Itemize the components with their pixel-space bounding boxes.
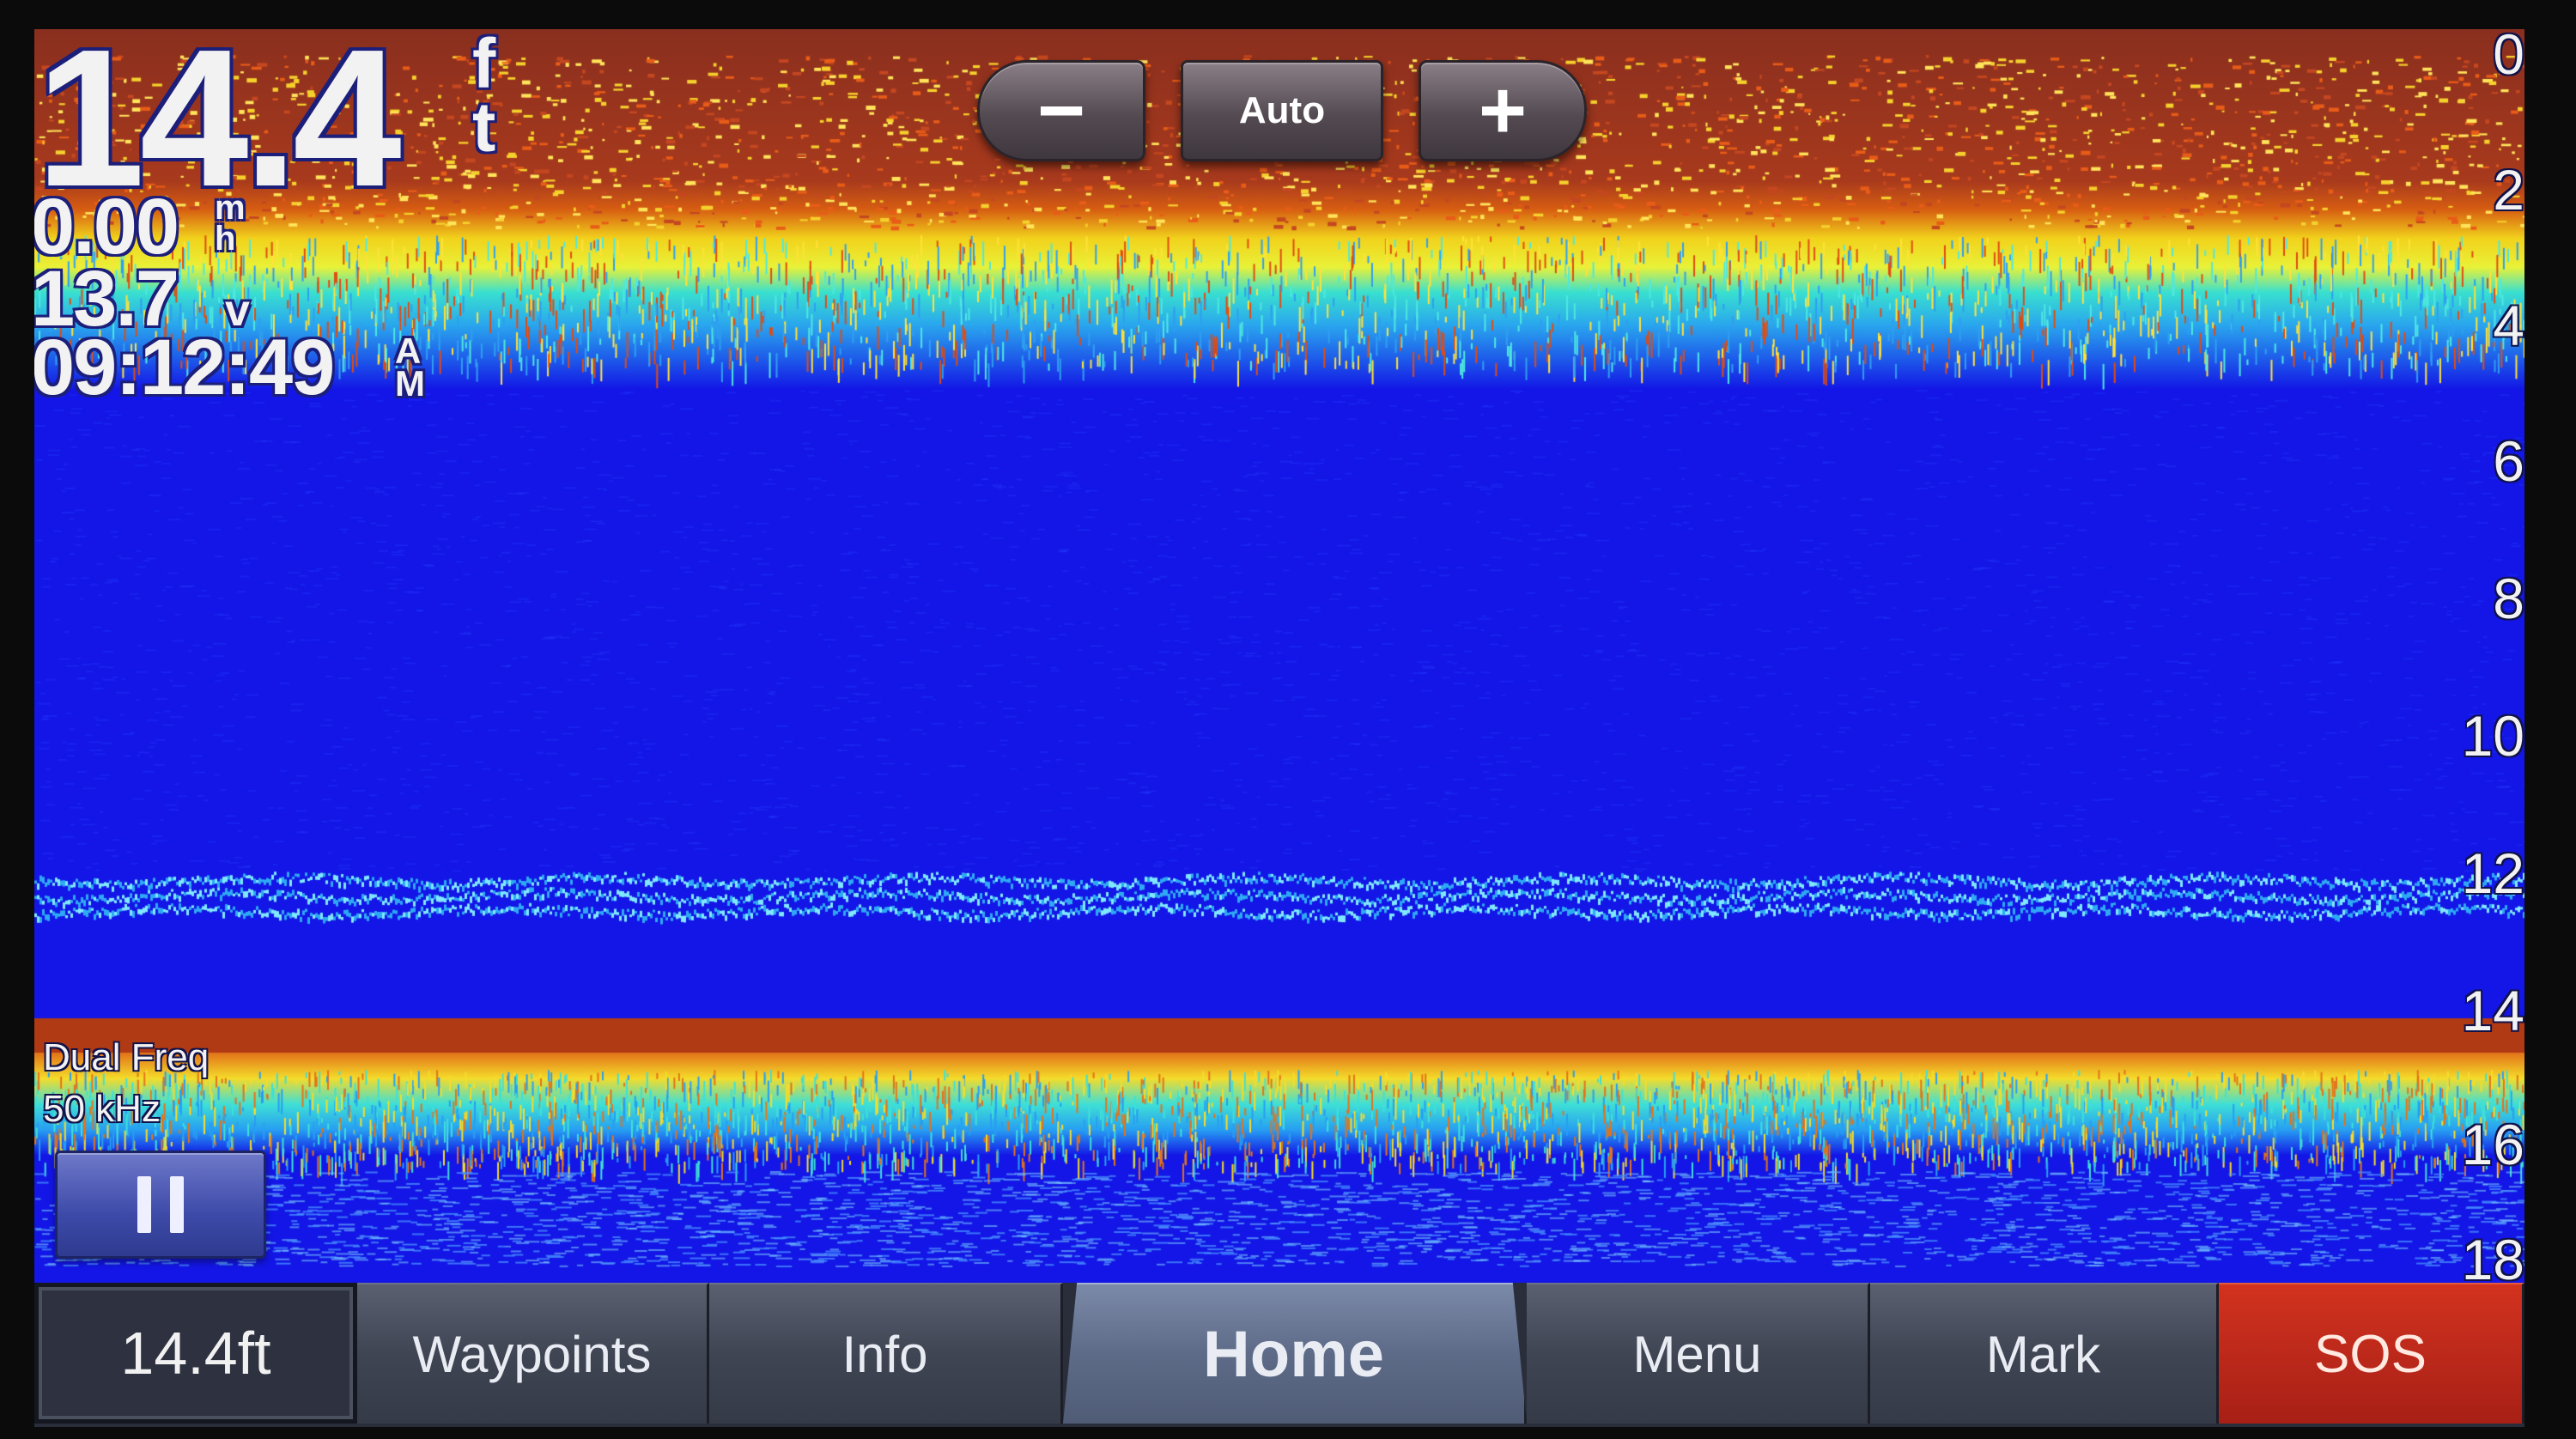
depth-scale-label: 4 <box>2493 294 2524 357</box>
sonar-view[interactable] <box>34 29 2524 1283</box>
auto-range-button[interactable]: Auto <box>1181 60 1383 161</box>
pause-icon <box>137 1176 151 1233</box>
home-button[interactable]: Home <box>1063 1283 1527 1424</box>
depth-scale-label: 10 <box>2461 704 2524 768</box>
depth-databox[interactable]: 14.4ft <box>34 1283 357 1424</box>
depth-scale-label: 18 <box>2461 1228 2524 1283</box>
depth-scale-label: 16 <box>2461 1113 2524 1176</box>
depth-unit: f t <box>472 29 496 167</box>
time-ampm: A M <box>395 331 425 404</box>
sos-button[interactable]: SOS <box>2219 1283 2524 1424</box>
depth-scale-label: 12 <box>2461 841 2524 905</box>
menu-button[interactable]: Menu <box>1527 1283 1870 1424</box>
depth-scale-label: 0 <box>2493 29 2524 86</box>
sonar-screen[interactable]: 14.4 f t 0.00 m h 13.7 v 09:12:49 A M − … <box>34 29 2524 1283</box>
time-readout: 09:12:49 <box>34 324 335 411</box>
zoom-in-button[interactable]: + <box>1419 60 1587 161</box>
zoom-out-button[interactable]: − <box>977 60 1145 161</box>
depth-scale-label: 14 <box>2461 979 2524 1042</box>
plus-icon: + <box>1478 64 1528 156</box>
depth-scale-label: 2 <box>2493 158 2524 222</box>
pause-button[interactable] <box>55 1151 266 1259</box>
depth-scale-label: 8 <box>2493 567 2524 630</box>
sonar-frequency: 50 kHz <box>43 1088 161 1130</box>
sonar-mode: Dual Freq <box>43 1036 210 1078</box>
mark-button[interactable]: Mark <box>1870 1283 2219 1424</box>
speed-unit: m h <box>215 189 246 258</box>
depth-scale-label: 6 <box>2493 429 2524 493</box>
info-button[interactable]: Info <box>709 1283 1063 1424</box>
bottom-nav-bar: 14.4ft Waypoints Info Home Menu Mark SOS <box>34 1283 2524 1427</box>
waypoints-button[interactable]: Waypoints <box>357 1283 709 1424</box>
minus-icon: − <box>1036 64 1086 156</box>
